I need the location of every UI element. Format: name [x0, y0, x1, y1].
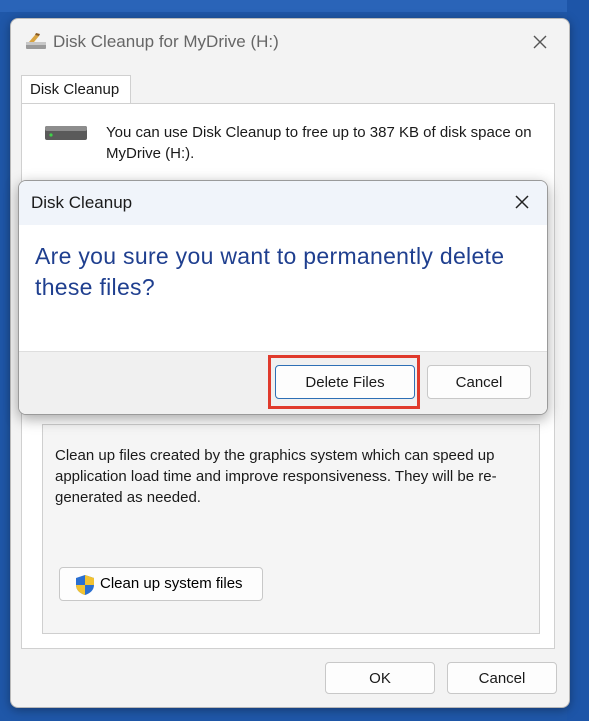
confirm-delete-dialog: Disk Cleanup Are you sure you want to pe… — [18, 180, 548, 415]
cancel-button[interactable]: Cancel — [447, 662, 557, 694]
ok-button[interactable]: OK — [325, 662, 435, 694]
dialog-titlebar: Disk Cleanup — [19, 181, 547, 225]
delete-files-button[interactable]: Delete Files — [275, 365, 415, 399]
close-icon[interactable] — [529, 31, 551, 53]
desktop-background — [0, 0, 589, 12]
description-text: Clean up files created by the graphics s… — [55, 447, 497, 506]
dialog-cancel-button[interactable]: Cancel — [427, 365, 531, 399]
dialog-footer: Delete Files Cancel — [19, 351, 547, 414]
system-files-label: Clean up system files — [100, 575, 243, 592]
dialog-title: Disk Cleanup — [31, 193, 133, 212]
tab-disk-cleanup[interactable]: Disk Cleanup — [21, 75, 131, 103]
dialog-question: Are you sure you want to permanently del… — [35, 243, 505, 300]
desktop-background-edge — [567, 0, 589, 721]
description-group: Clean up files created by the graphics s… — [42, 424, 540, 634]
drive-icon — [45, 126, 87, 140]
space-info-text: You can use Disk Cleanup to free up to 3… — [106, 124, 532, 162]
close-icon[interactable] — [511, 191, 533, 213]
window-titlebar: Disk Cleanup for MyDrive (H:) — [11, 19, 569, 67]
disk-cleanup-icon — [26, 33, 46, 49]
clean-up-system-files-button[interactable]: Clean up system files — [59, 567, 263, 601]
uac-shield-icon — [76, 575, 94, 595]
window-title: Disk Cleanup for MyDrive (H:) — [53, 32, 279, 51]
